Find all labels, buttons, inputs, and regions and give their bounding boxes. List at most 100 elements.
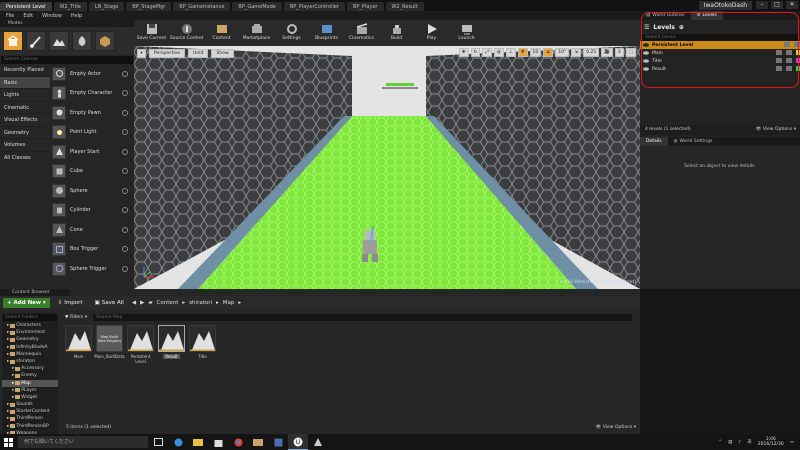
category-volumes[interactable]: Volumes (0, 139, 50, 152)
place-item[interactable]: Empty Pawn (52, 103, 132, 123)
expand-arrow-icon[interactable]: ▸ (12, 372, 14, 379)
place-item[interactable]: Cone (52, 220, 132, 240)
expand-arrow-icon[interactable]: ▸ (7, 351, 9, 358)
asset-tile[interactable]: Main (64, 325, 93, 364)
world-icon[interactable]: ◍ (493, 48, 504, 57)
asset-view-options-button[interactable]: 👁 View Options ▾ (596, 424, 636, 432)
level-color-swatch[interactable] (796, 50, 800, 55)
doc-tab[interactable]: Persistent Level (0, 2, 52, 11)
content-button[interactable]: Content (204, 22, 239, 46)
network-icon[interactable]: ▤ (728, 440, 732, 445)
breadcrumb-content[interactable]: Content (157, 300, 179, 306)
place-mode-icon[interactable] (3, 31, 23, 51)
launch-button[interactable]: Launch (449, 22, 484, 46)
folder-tree-item[interactable]: ▸ shiratori (2, 358, 58, 365)
search-folders-input[interactable]: Search Folders (3, 314, 57, 321)
folder-tree-item[interactable]: ▸ InfinityBladeA (2, 344, 58, 351)
visibility-icon[interactable] (643, 51, 649, 55)
expand-arrow-icon[interactable]: ▸ (12, 387, 14, 394)
viewport-options-button[interactable]: ▾ (137, 48, 146, 58)
breadcrumb-map[interactable]: Map (223, 300, 235, 306)
tab-world-outliner[interactable]: ▤ World Outliner (640, 11, 691, 20)
back-button[interactable]: ◀ (132, 300, 136, 306)
menu-help[interactable]: Help (71, 13, 82, 19)
grid-snap-icon[interactable]: # (517, 48, 528, 57)
chrome-icon[interactable] (228, 434, 248, 450)
source-control-button[interactable]: Source Control (169, 22, 204, 46)
level-row-title[interactable]: Title (640, 57, 800, 65)
info-icon[interactable] (122, 148, 128, 155)
category-lights[interactable]: Lights (0, 89, 50, 102)
category-cinematic[interactable]: Cinematic (0, 102, 50, 114)
info-icon[interactable] (122, 187, 128, 194)
folder-tree-item[interactable]: ▸ PLayer (2, 387, 58, 394)
doc-tab[interactable]: BP_PlayerController (283, 2, 345, 11)
asset-tile[interactable]: Map Build Data Registry Main_BuiltData (94, 325, 125, 364)
tab-details[interactable]: Details (640, 137, 668, 146)
info-icon[interactable] (122, 207, 128, 214)
folder-tree-item[interactable]: ▸ Widget (2, 394, 58, 401)
info-icon[interactable] (122, 168, 128, 175)
visibility-icon[interactable] (643, 43, 649, 47)
rotation-snap-value[interactable]: 10° (555, 48, 570, 57)
build-button[interactable]: Build (379, 22, 414, 46)
info-icon[interactable] (122, 246, 128, 253)
add-new-button[interactable]: + Add New ▾ (3, 298, 50, 308)
level-viewport[interactable]: ▾ Perspective Unlit Show ✥ ↻ ⤢ ◍ ⊥ # 10 … (134, 46, 640, 289)
camera-speed-icon[interactable]: 🎥 (601, 48, 613, 57)
folder-tree-item[interactable]: ▸ Characters (2, 322, 58, 329)
save-all-button[interactable]: ▣ Save All (91, 298, 128, 308)
scale-snap-icon[interactable]: ⇲ (571, 48, 582, 57)
people-icon[interactable]: ⌃ (718, 440, 722, 445)
notifications-icon[interactable]: ▭ (790, 440, 794, 445)
scale-snap-value[interactable]: 0.25 (583, 48, 600, 57)
edge-browser-icon[interactable] (168, 434, 188, 450)
expand-arrow-icon[interactable]: ▸ (12, 365, 14, 372)
geometry-mode-icon[interactable] (95, 31, 115, 51)
category-geometry[interactable]: Geometry (0, 127, 50, 139)
expand-arrow-icon[interactable]: ▸ (7, 344, 9, 351)
maximize-button[interactable]: □ (771, 1, 783, 9)
volume-icon[interactable]: ♪ (738, 440, 741, 445)
category-basic[interactable]: Basic (0, 76, 50, 89)
asset-tile[interactable]: Title (188, 325, 217, 364)
expand-arrow-icon[interactable]: ▸ (7, 415, 9, 422)
category-visual-effects[interactable]: Visual Effects (0, 114, 50, 127)
folder-tree-item[interactable]: ▸ Accessory (2, 365, 58, 372)
unreal-launcher-icon[interactable] (308, 434, 328, 450)
task-view-icon[interactable] (148, 434, 168, 450)
lock-icon[interactable] (776, 58, 782, 63)
minimize-button[interactable]: – (756, 1, 768, 9)
unreal-engine-icon[interactable]: U (288, 434, 308, 450)
rotate-icon[interactable]: ↻ (470, 48, 481, 57)
folder-tree-item[interactable]: ▸ Environment (2, 329, 58, 336)
folder-tree-item[interactable]: ▸ Sounds (2, 401, 58, 408)
save-level-icon[interactable] (794, 42, 800, 47)
asset-tile[interactable]: Persistent Level (126, 325, 155, 364)
search-levels-input[interactable]: Search Levels (642, 34, 798, 41)
surface-snap-icon[interactable]: ⊥ (505, 48, 516, 57)
asset-tile[interactable]: Result (157, 325, 186, 364)
tab-levels[interactable]: ≡ Levels (690, 11, 723, 20)
ime-icon[interactable]: あ (747, 439, 752, 445)
doc-tab[interactable]: BP_GameMode (232, 2, 282, 11)
app-icon[interactable] (268, 434, 288, 450)
breadcrumb-shiratori[interactable]: shiratori (189, 300, 212, 306)
info-icon[interactable] (122, 70, 128, 77)
place-item[interactable]: Player Start (52, 142, 132, 162)
translate-icon[interactable]: ✥ (458, 48, 469, 57)
perspective-button[interactable]: Perspective (149, 48, 186, 58)
close-button[interactable]: ✕ (786, 1, 798, 9)
expand-arrow-icon[interactable]: ▸ (7, 408, 9, 415)
tab-world-settings[interactable]: ◍ World Settings (668, 137, 719, 146)
levels-view-options-button[interactable]: 👁 View Options ▾ (756, 125, 796, 135)
save-level-icon[interactable] (786, 50, 792, 55)
folder-tree-item[interactable]: ▸ Map (2, 379, 58, 387)
level-color-swatch[interactable] (796, 66, 800, 71)
save-level-icon[interactable] (786, 66, 792, 71)
menu-file[interactable]: File (6, 13, 14, 19)
save-current-button[interactable]: Save Current (134, 22, 169, 46)
place-item[interactable]: Cylinder (52, 201, 132, 221)
maximize-viewport-icon[interactable]: ⬚ (625, 48, 636, 57)
content-browser-tab[interactable]: Content Browser (0, 289, 70, 296)
